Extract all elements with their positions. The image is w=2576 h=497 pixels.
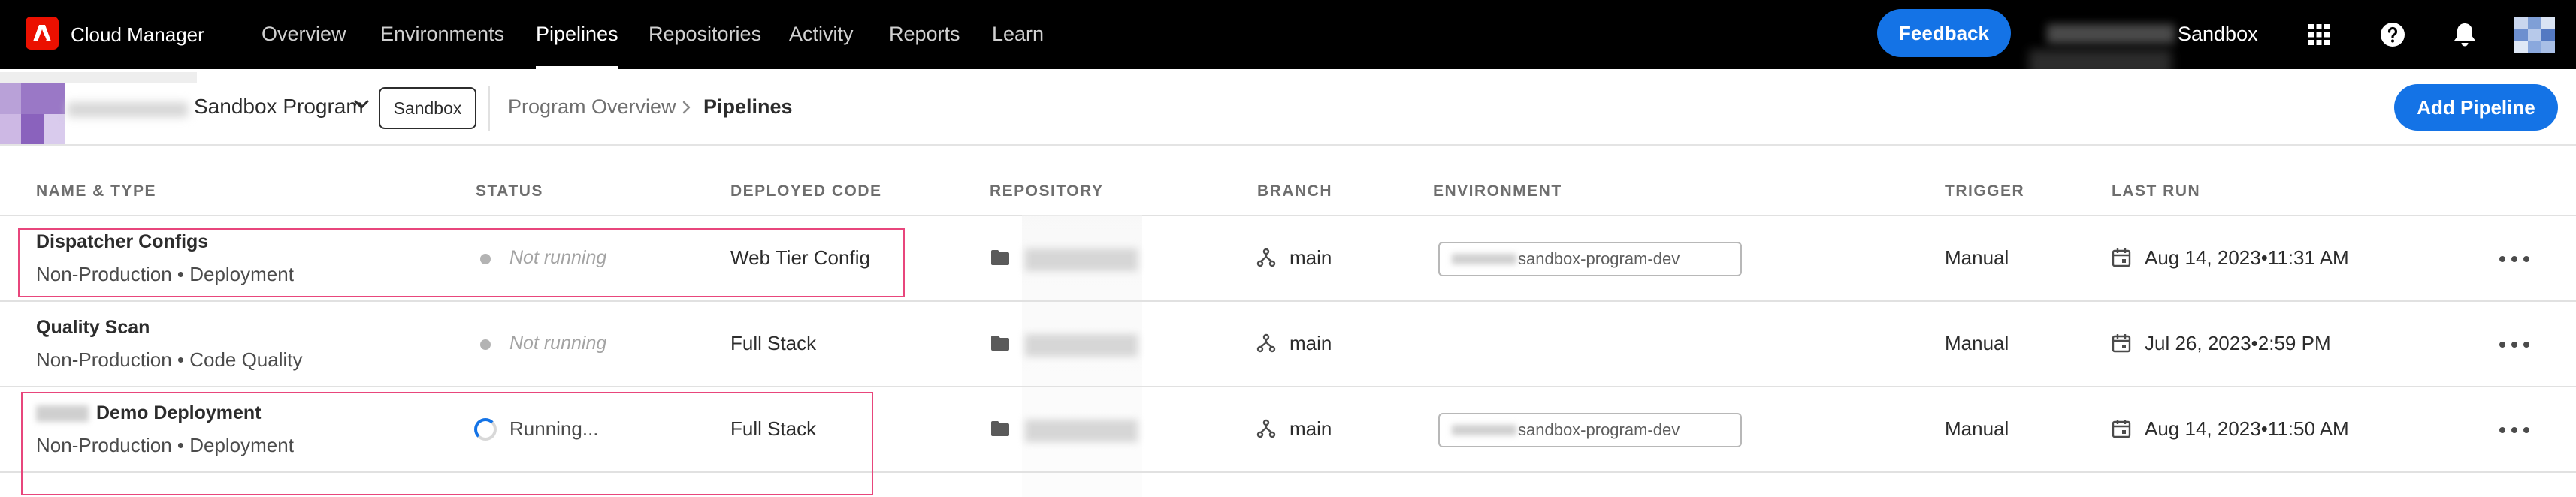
pipeline-type: Non-Production • Code Quality: [36, 348, 303, 371]
app-title[interactable]: Cloud Manager: [71, 0, 204, 69]
column-header-last-run: LAST RUN: [2112, 182, 2201, 200]
status-idle-icon: [480, 339, 491, 350]
pipeline-name[interactable]: Quality Scan: [36, 317, 150, 339]
column-header-deployed-code: DEPLOYED CODE: [730, 182, 882, 200]
repository-name-redacted: [1025, 334, 1138, 357]
last-run: Aug 14, 2023•11:50 AM: [2145, 417, 2349, 440]
nav-environments[interactable]: Environments: [380, 0, 504, 69]
nav-learn[interactable]: Learn: [992, 0, 1044, 69]
trigger: Manual: [1945, 417, 2009, 440]
program-name[interactable]: Sandbox Program: [194, 69, 364, 146]
chevron-right-icon: [681, 101, 691, 118]
folder-icon: [990, 420, 1010, 441]
last-run: Jul 26, 2023•2:59 PM: [2145, 332, 2331, 354]
trigger: Manual: [1945, 332, 2009, 354]
folder-icon: [990, 249, 1010, 270]
add-pipeline-button[interactable]: Add Pipeline: [2394, 84, 2558, 131]
table-row[interactable]: Quality Scan Non-Production • Code Quali…: [0, 302, 2576, 387]
bell-icon[interactable]: [2448, 18, 2481, 51]
branch-icon: [1256, 248, 1276, 271]
program-avatar: [0, 69, 203, 146]
more-actions-icon[interactable]: [2499, 248, 2529, 270]
environment-chip[interactable]: sandbox-program-dev: [1438, 413, 1742, 447]
calendar-icon: [2112, 419, 2131, 442]
highlight-box-demo-deployment: [21, 392, 873, 495]
divider: [488, 86, 490, 131]
pipeline-status: Not running: [509, 333, 607, 354]
column-header-branch: BRANCH: [1257, 182, 1332, 200]
help-icon[interactable]: [2376, 18, 2409, 51]
program-type-badge: Sandbox: [379, 87, 476, 129]
table-header: NAME & TYPE STATUS DEPLOYED CODE REPOSIT…: [0, 146, 2576, 216]
environment-name: sandbox-program-dev: [1518, 249, 1680, 268]
trigger: Manual: [1945, 246, 2009, 269]
branch-name: main: [1290, 417, 1332, 440]
user-avatar[interactable]: [2514, 17, 2555, 53]
nav-pipelines[interactable]: Pipelines: [536, 0, 618, 69]
nav-overview[interactable]: Overview: [262, 0, 346, 69]
branch-icon: [1256, 419, 1276, 442]
column-header-status: STATUS: [476, 182, 543, 200]
repository-name-redacted: [1025, 420, 1138, 442]
repository-name-redacted: [1025, 248, 1138, 271]
program-bar: Sandbox Program Sandbox Program Overview…: [0, 69, 2576, 146]
deployed-code: Full Stack: [730, 332, 817, 354]
org-switcher[interactable]: Sandbox: [2178, 0, 2258, 69]
top-navigation-bar: Cloud Manager Overview Environments Pipe…: [0, 0, 2576, 78]
calendar-icon: [2112, 333, 2131, 357]
branch-icon: [1256, 333, 1276, 357]
column-header-name-type: NAME & TYPE: [36, 182, 157, 200]
more-actions-icon[interactable]: [2499, 419, 2529, 441]
folder-icon: [990, 335, 1010, 355]
feedback-button[interactable]: Feedback: [1877, 9, 2011, 57]
highlight-box-dispatcher-configs: [18, 228, 905, 297]
column-header-environment: ENVIRONMENT: [1433, 182, 1562, 200]
environment-name: sandbox-program-dev: [1518, 420, 1680, 439]
nav-activity[interactable]: Activity: [789, 0, 854, 69]
branch-name: main: [1290, 246, 1332, 269]
org-name-redacted: [2029, 11, 2175, 78]
environment-chip[interactable]: sandbox-program-dev: [1438, 242, 1742, 276]
breadcrumb-pipelines: Pipelines: [703, 95, 793, 118]
calendar-icon: [2112, 248, 2131, 271]
branch-name: main: [1290, 332, 1332, 354]
more-actions-icon[interactable]: [2499, 333, 2529, 356]
column-header-trigger: TRIGGER: [1945, 182, 2025, 200]
apps-grid-icon[interactable]: [2302, 18, 2336, 51]
chevron-down-icon[interactable]: [353, 96, 370, 116]
last-run: Aug 14, 2023•11:31 AM: [2145, 246, 2349, 269]
column-header-repository: REPOSITORY: [990, 182, 1104, 200]
adobe-logo-icon[interactable]: [26, 17, 59, 50]
nav-reports[interactable]: Reports: [889, 0, 960, 69]
breadcrumb-program-overview[interactable]: Program Overview: [508, 69, 676, 146]
nav-repositories[interactable]: Repositories: [649, 0, 761, 69]
